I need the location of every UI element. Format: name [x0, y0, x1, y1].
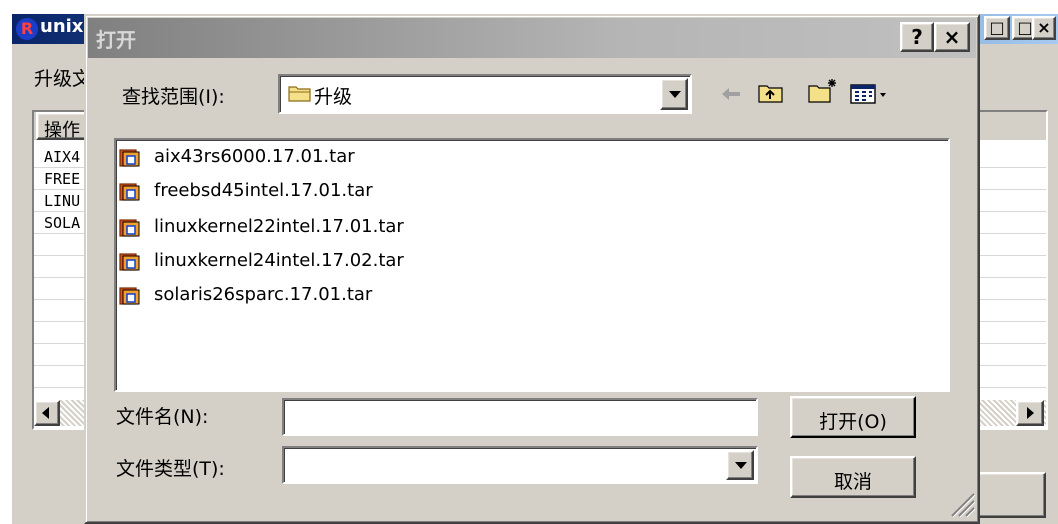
archive-file-icon — [119, 219, 140, 237]
maximize-button[interactable]: □ — [984, 16, 1010, 40]
up-folder-icon[interactable] — [758, 82, 784, 104]
back-arrow-icon[interactable] — [720, 86, 742, 102]
cancel-button-label: 取消 — [833, 471, 872, 493]
open-button-label: 打开(O) — [819, 411, 887, 433]
archive-file-icon — [119, 149, 140, 167]
view-menu-icon[interactable] — [850, 84, 890, 104]
resize-grip-icon[interactable] — [948, 488, 976, 518]
cancel-button[interactable]: 取消 — [790, 456, 916, 498]
look-in-label: 查找范围(I): — [122, 86, 225, 108]
chevron-down-icon — [669, 91, 681, 98]
close-icon: × — [943, 25, 961, 49]
archive-file-icon — [119, 287, 140, 305]
filetype-label: 文件类型(T): — [116, 458, 225, 480]
file-name: linuxkernel22intel.17.01.tar — [154, 216, 404, 237]
file-name: aix43rs6000.17.01.tar — [154, 146, 355, 167]
chevron-down-icon — [735, 462, 747, 469]
help-button[interactable]: ? — [900, 22, 934, 52]
help-icon: ? — [911, 25, 923, 49]
scroll-right-button[interactable] — [1016, 400, 1044, 426]
scroll-left-button[interactable] — [34, 400, 60, 426]
dialog-title: 打开 — [96, 28, 136, 52]
background-button[interactable] — [976, 472, 1046, 518]
look-in-value: 升级 — [314, 86, 353, 108]
filename-label: 文件名(N): — [116, 406, 209, 428]
dialog-title-bar[interactable] — [88, 18, 976, 58]
background-window-title: unix — [40, 16, 84, 37]
folder-icon — [288, 86, 311, 102]
open-button[interactable]: 打开(O) — [790, 396, 916, 438]
file-name: freebsd45intel.17.01.tar — [154, 180, 373, 201]
filename-input[interactable] — [282, 398, 758, 436]
new-folder-icon[interactable] — [808, 78, 838, 104]
close-button[interactable]: × — [934, 22, 970, 52]
background-close-button[interactable]: × — [1032, 16, 1056, 40]
file-name: linuxkernel24intel.17.02.tar — [154, 250, 404, 271]
filetype-dropdown-button[interactable] — [726, 450, 754, 480]
app-logo-icon: R — [16, 18, 38, 40]
look-in-dropdown-button[interactable] — [660, 78, 688, 110]
file-name: solaris26sparc.17.01.tar — [154, 284, 373, 305]
archive-file-icon — [119, 183, 140, 201]
filetype-dropdown[interactable] — [282, 446, 758, 484]
background-menu-item[interactable]: 升级文 — [34, 64, 91, 91]
archive-file-icon — [119, 253, 140, 271]
